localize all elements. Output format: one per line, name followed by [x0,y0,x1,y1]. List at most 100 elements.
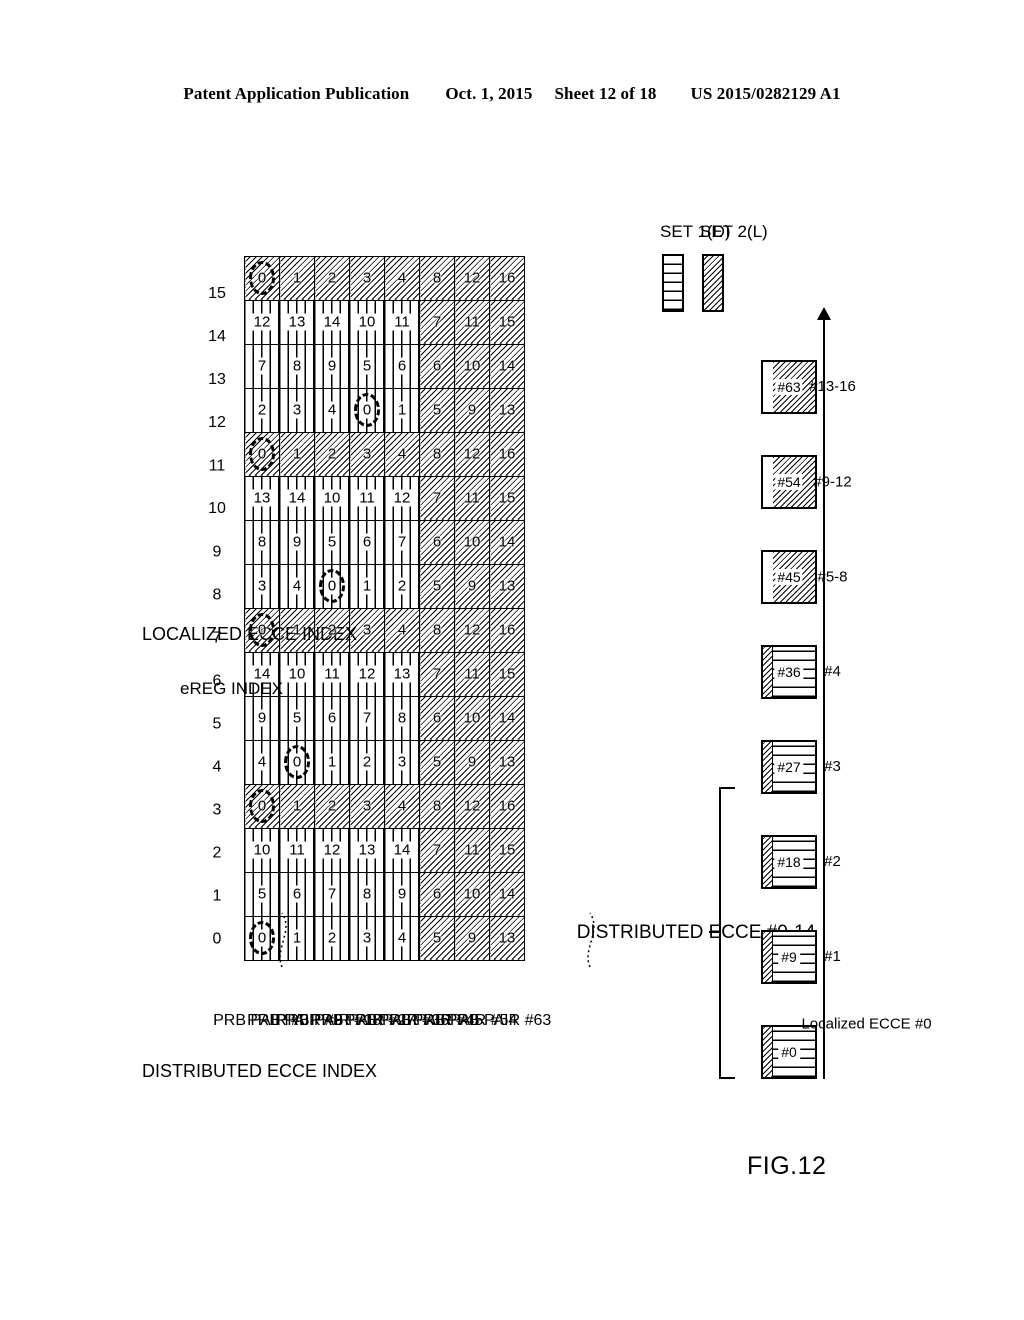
ecce-cell-value: 13 [498,402,516,419]
ecce-cell-value: 11 [464,314,480,331]
ecce-cell-value: 8 [360,886,374,903]
ecce-cell: 0 [244,784,280,829]
ecce-cell-value: 14 [321,314,343,331]
ecce-cell-value: 13 [356,842,378,859]
ecce-cell-value: 16 [498,798,516,815]
distributed-ecce-bracket-label: DISTRIBUTED ECCE #0-14 [576,922,816,943]
ecce-cell-value: 10 [321,490,343,507]
ecce-cell-value: 2 [327,446,337,463]
ereg-index-header: 10 [208,500,226,518]
ecce-cell-value: 3 [362,446,372,463]
ecce-cell: 2 [314,256,350,301]
ecce-cell-value: 11 [322,666,342,683]
prb-block-sublabel: #4 [824,663,841,681]
ecce-cell-value: 3 [290,402,304,419]
prb-block: #18 [761,835,817,889]
ecce-cell: 10 [454,344,490,389]
ecce-cell: 2 [314,784,350,829]
ecce-cell: 3 [279,388,315,433]
localized-ecce-axis-label: Localized ECCE #0 [801,1015,932,1033]
ecce-cell: 1 [314,740,350,785]
ecce-cell: 12 [454,432,490,477]
ecce-cell: 13 [384,652,420,697]
ecce-cell-value: 4 [397,622,407,639]
ereg-index-header: 14 [208,328,226,346]
ecce-cell: 12 [454,784,490,829]
ecce-cell: 4 [384,432,420,477]
ecce-cell-value: 5 [255,886,269,903]
ecce-cell-value: 3 [362,798,372,815]
ecce-cell-value: 4 [397,798,407,815]
ecce-cell-value: 6 [432,710,442,727]
prb-block-sublabel [824,1025,841,1079]
ecce-cell-value: 5 [432,578,442,595]
ecce-cell: 0 [244,608,280,653]
ereg-index-header: 1 [212,887,222,905]
ecce-cell: 7 [349,696,385,741]
ecce-cell: 3 [349,916,385,961]
ecce-cell-value: 11 [287,842,307,859]
ecce-cell-value: 2 [255,402,269,419]
ecce-cell: 9 [454,916,490,961]
ecce-cell: 1 [279,432,315,477]
ecce-cell-value: 3 [395,754,409,771]
ecce-cell: 9 [314,344,350,389]
legend-swatch-set2-icon [702,254,724,312]
ecce-cell-value: 13 [251,490,273,507]
ecce-cell-value: 5 [325,534,339,551]
ecce-cell-value: 9 [467,930,477,947]
ecce-cell: 12 [454,256,490,301]
ecce-cell: 0 [244,256,280,301]
ecce-cell: 4 [384,784,420,829]
prb-block-sublabel: #9-12 [813,473,852,491]
ereg-index-header: 8 [212,586,222,604]
ecce-cell: 12 [384,476,420,521]
ecce-cell: 4 [384,916,420,961]
ecce-cell: 16 [489,608,525,653]
ecce-cell-value: 12 [391,490,413,507]
table-row: 5 6 7 8 5 6 7 8 5 6 7 8 5 6 7 8 [419,256,455,961]
ecce-cell-value: 15 [498,666,516,683]
frequency-axis-arrow-icon [817,307,831,320]
ecce-cell: 6 [279,872,315,917]
ecce-cell: 5 [419,388,455,433]
ecce-cell: 0 [314,564,350,609]
ecce-cell: 10 [454,520,490,565]
ecce-cell: 8 [419,256,455,301]
ecce-cell: 13 [489,740,525,785]
ecce-cell-value: 8 [290,358,304,375]
ecce-cell-value: 13 [498,754,516,771]
ecce-cell-value: 1 [292,622,302,639]
ecce-cell-value: 11 [357,490,377,507]
header-sheet: Sheet 12 of 18 [554,84,657,103]
ecce-cell-value: 16 [498,446,516,463]
prb-block-sublabel: #3 [824,758,841,776]
ecce-cell-value: 5 [432,754,442,771]
ecce-cell: 5 [419,916,455,961]
ecce-cell: 2 [314,432,350,477]
ecce-cell-value: 10 [286,666,308,683]
ecce-cell-value: 10 [463,358,481,375]
highlight-circle-icon [249,789,275,824]
ecce-cell: 5 [279,696,315,741]
prb-block-id: #27 [774,759,804,775]
prb-block: #36 [761,645,817,699]
table-row: 4 9 14 4 3 8 13 4 2 7 12 4 1 6 11 4 [384,256,420,961]
ecce-cell: 5 [244,872,280,917]
ecce-cell: 15 [489,300,525,345]
ecce-cell: 13 [489,388,525,433]
ecce-cell-value: 16 [498,622,516,639]
ecce-cell-value: 10 [463,534,481,551]
ecce-cell: 6 [384,344,420,389]
prb-block-cap [763,932,773,982]
prb-block-id: #54 [775,474,803,490]
ecce-cell-value: 1 [360,578,374,595]
ecce-mapping-grid: 0 5 10 0 4 9 14 0 3 8 13 0 2 7 12 0 1 6 11 1 0 5 10 1 4 9 14 1 3 8 13 1… [244,256,525,961]
ecce-cell: 2 [314,916,350,961]
prb-block-sublabel: #2 [824,853,841,871]
prb-block-cap [763,837,773,887]
ecce-cell: 4 [314,388,350,433]
ecce-mapping-table-area: LOCALIZED ECCE INDEX DISTRIBUTED ECCE IN… [142,199,652,1081]
ecce-cell: 9 [454,740,490,785]
ecce-cell-value: 15 [498,314,516,331]
